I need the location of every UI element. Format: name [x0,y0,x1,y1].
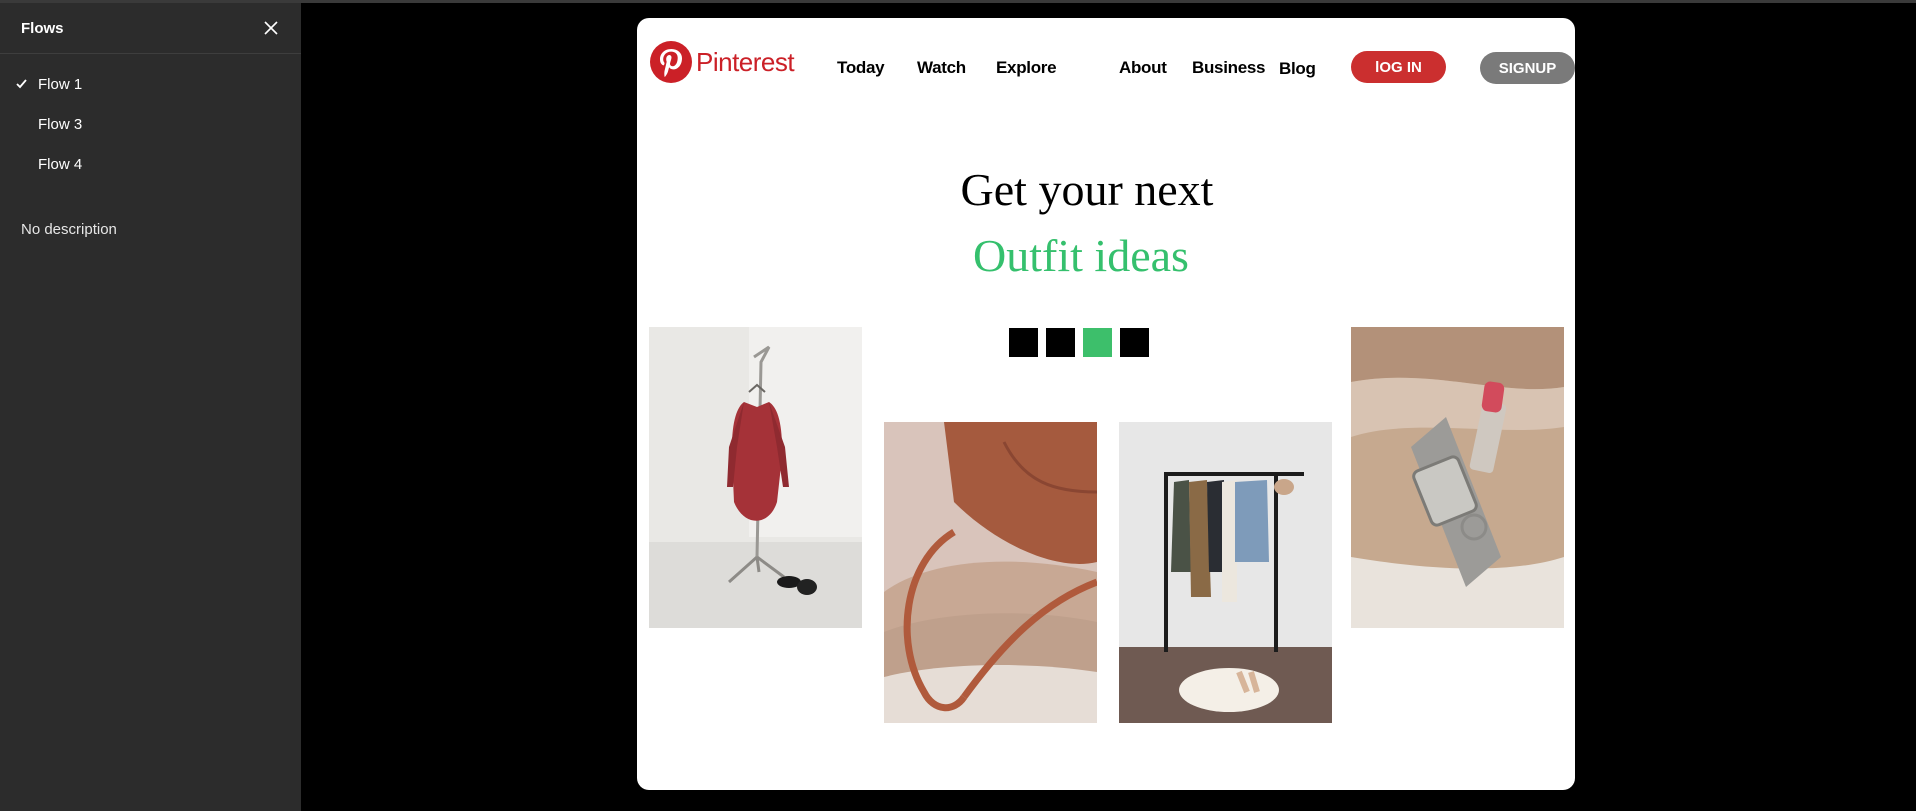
flow-item-label: Flow 4 [38,155,83,173]
photo-clothes-rack[interactable] [1119,422,1332,723]
pinterest-logo[interactable]: Pinterest [650,41,795,83]
carousel-dot[interactable] [1009,328,1038,357]
photo-red-dress[interactable] [649,327,862,628]
nav-today[interactable]: Today [837,58,885,78]
photo-watch-lipstick[interactable] [1351,327,1564,628]
carousel-dot[interactable] [1046,328,1075,357]
logo-wordmark: Pinterest [696,46,795,77]
carousel-dot-active[interactable] [1083,328,1112,357]
flows-panel: Flows Flow 1 Flow 3 Flow 4 No descriptio… [0,0,301,811]
nav-explore[interactable]: Explore [996,58,1057,78]
flow-item-1[interactable]: Flow 1 [0,64,301,104]
flows-panel-title: Flows [21,19,64,37]
canvas-top-border [301,0,1916,3]
hero-subheadline: Outfit ideas [973,230,1189,281]
nav-watch[interactable]: Watch [917,58,966,78]
checkmark-icon [16,79,27,89]
flow-list: Flow 1 Flow 3 Flow 4 [0,54,301,184]
flow-item-label: Flow 3 [38,115,83,133]
photo-bag-sweaters[interactable] [884,422,1097,723]
carousel-dot[interactable] [1120,328,1149,357]
nav-business[interactable]: Business [1192,58,1265,78]
pinterest-logo-icon [650,41,692,83]
flow-item-label: Flow 1 [38,75,83,93]
hero-headline: Get your next [960,164,1214,215]
flow-item-3[interactable]: Flow 3 [0,104,301,144]
flow-item-4[interactable]: Flow 4 [0,144,301,184]
close-icon[interactable] [261,18,281,38]
carousel-indicators [1009,328,1149,357]
signup-button[interactable]: SIGNUP [1480,52,1575,84]
nav-blog[interactable]: Blog [1279,59,1316,79]
prototype-frame: Pinterest Today Watch Explore About Busi… [637,18,1575,790]
flows-panel-header: Flows [0,3,301,54]
login-button[interactable]: lOG IN [1351,51,1446,83]
flow-description: No description [21,221,117,238]
nav-about[interactable]: About [1119,58,1167,78]
